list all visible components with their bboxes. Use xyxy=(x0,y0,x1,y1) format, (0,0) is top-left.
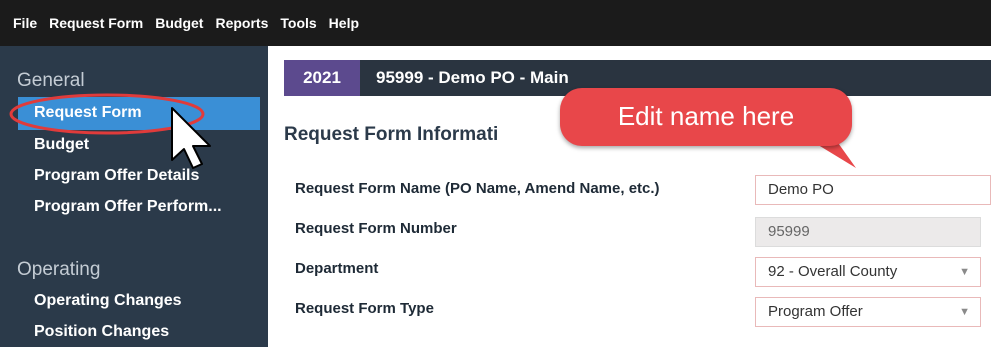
request-form-name-input[interactable]: Demo PO xyxy=(755,175,991,205)
menu-request-form[interactable]: Request Form xyxy=(43,0,149,46)
request-form-type-value: Program Offer xyxy=(768,303,863,320)
department-label: Department xyxy=(295,260,379,277)
sidebar-section-operating: Operating xyxy=(17,259,101,280)
sidebar-item-request-form[interactable]: Request Form xyxy=(34,104,142,122)
record-title: 95999 - Demo PO - Main xyxy=(376,68,569,87)
menu-file[interactable]: File xyxy=(0,0,43,46)
sidebar-item-position-changes[interactable]: Position Changes xyxy=(34,323,169,341)
menu-help[interactable]: Help xyxy=(323,0,365,46)
sidebar-section-general: General xyxy=(17,70,85,91)
callout-bubble: Edit name here xyxy=(560,88,852,146)
menu-tools[interactable]: Tools xyxy=(274,0,322,46)
request-form-name-label: Request Form Name (PO Name, Amend Name, … xyxy=(295,180,660,197)
sidebar-item-operating-changes[interactable]: Operating Changes xyxy=(34,292,182,310)
menu-bar: File Request Form Budget Reports Tools H… xyxy=(0,0,991,46)
request-form-number-field: 95999 xyxy=(755,217,981,247)
sidebar-item-program-offer-details[interactable]: Program Offer Details xyxy=(34,167,199,185)
section-title: Request Form Informati xyxy=(284,124,499,145)
department-value: 92 - Overall County xyxy=(768,263,898,280)
menu-budget[interactable]: Budget xyxy=(149,0,209,46)
request-form-type-select[interactable]: Program Offer ▼ xyxy=(755,297,981,327)
chevron-down-icon: ▼ xyxy=(959,306,970,318)
request-form-number-label: Request Form Number xyxy=(295,220,457,237)
request-form-type-label: Request Form Type xyxy=(295,300,434,317)
year-badge: 2021 xyxy=(284,60,360,96)
menu-reports[interactable]: Reports xyxy=(209,0,274,46)
sidebar-item-budget[interactable]: Budget xyxy=(34,136,89,154)
department-select[interactable]: 92 - Overall County ▼ xyxy=(755,257,981,287)
sidebar-item-program-offer-performance[interactable]: Program Offer Perform... xyxy=(34,198,222,216)
chevron-down-icon: ▼ xyxy=(959,266,970,278)
